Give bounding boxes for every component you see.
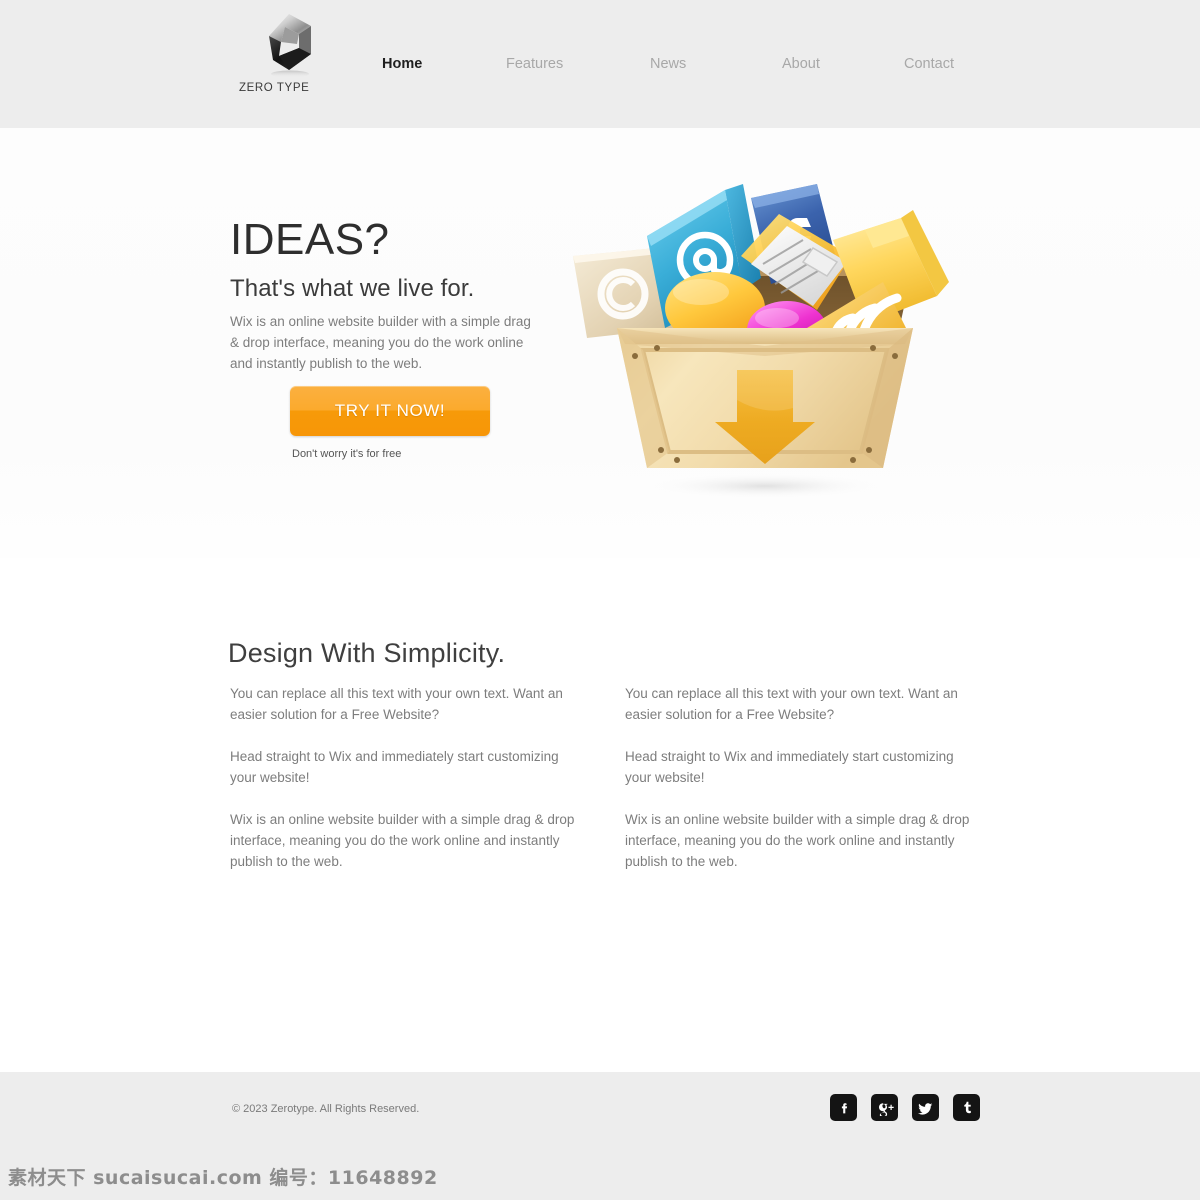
hero-title: IDEAS? <box>230 215 390 264</box>
text-column-right: You can replace all this text with your … <box>625 684 970 872</box>
column-paragraph: Head straight to Wix and immediately sta… <box>625 748 954 785</box>
header-inner: ZERO TYPE Home Features News About Conta… <box>220 0 980 128</box>
column-paragraph: Wix is an online website builder with a … <box>230 811 575 869</box>
main-navigation: Home Features News About Contact <box>370 56 970 80</box>
cta-wrapper: TRY IT NOW! Don't worry it's for free <box>290 386 490 460</box>
page-root: ZERO TYPE Home Features News About Conta… <box>0 0 1200 1200</box>
text-column-left: You can replace all this text with your … <box>230 684 575 872</box>
column-paragraph: Head straight to Wix and immediately sta… <box>230 748 559 785</box>
google-plus-glyph <box>878 1102 894 1116</box>
column-paragraph: You can replace all this text with your … <box>625 686 958 722</box>
nav-item-contact[interactable]: Contact <box>904 56 954 72</box>
nav-item-about[interactable]: About <box>782 56 820 72</box>
hero-subtitle: That's what we live for. <box>230 275 475 302</box>
two-column-text: You can replace all this text with your … <box>230 684 970 872</box>
hero-paragraph: Wix is an online website builder with a … <box>230 314 531 371</box>
crate-shadow <box>645 473 885 499</box>
column-paragraph: Wix is an online website builder with a … <box>625 811 970 869</box>
download-crate-illustration <box>573 184 949 499</box>
copyright-text: © 2023 Zerotype. All Rights Reserved. <box>232 1103 420 1115</box>
brand-logo[interactable]: ZERO TYPE <box>235 8 355 94</box>
brand-name: ZERO TYPE <box>239 82 310 94</box>
section-title: Design With Simplicity. <box>228 638 506 668</box>
hero-copy: IDEAS? That's what we live for. Wix is a… <box>230 218 550 375</box>
column-paragraph: You can replace all this text with your … <box>230 686 563 722</box>
twitter-bird-glyph <box>918 1102 933 1115</box>
zerotype-logo-icon <box>269 14 311 78</box>
hero-section: IDEAS? That's what we live for. Wix is a… <box>0 128 1200 558</box>
site-header: ZERO TYPE Home Features News About Conta… <box>0 0 1200 128</box>
tumblr-glyph <box>963 1101 971 1113</box>
social-links <box>830 1094 980 1121</box>
facebook-glyph <box>841 1102 847 1113</box>
try-it-now-button[interactable]: TRY IT NOW! <box>290 386 490 436</box>
twitter-icon[interactable] <box>912 1094 939 1121</box>
nav-item-features[interactable]: Features <box>506 56 563 72</box>
hero-inner: IDEAS? That's what we live for. Wix is a… <box>220 128 980 558</box>
site-footer: © 2023 Zerotype. All Rights Reserved. <box>0 1072 1200 1152</box>
watermark-text: 素材天下 sucaisucai.com 编号：11648892 <box>8 1166 438 1189</box>
cta-note: Don't worry it's for free <box>292 448 402 460</box>
tumblr-icon[interactable] <box>953 1094 980 1121</box>
footer-inner: © 2023 Zerotype. All Rights Reserved. <box>220 1072 980 1152</box>
nav-item-home[interactable]: Home <box>382 56 422 72</box>
watermark-bar: 素材天下 sucaisucai.com 编号：11648892 <box>0 1152 1200 1200</box>
google-plus-icon[interactable] <box>871 1094 898 1121</box>
content-section: Design With Simplicity. You can replace … <box>0 558 1200 1072</box>
nav-item-news[interactable]: News <box>650 56 686 72</box>
facebook-icon[interactable] <box>830 1094 857 1121</box>
